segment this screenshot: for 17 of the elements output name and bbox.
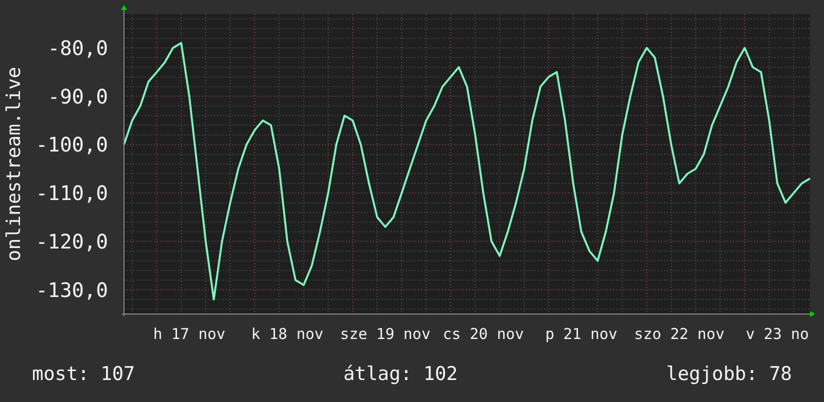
legend-stat: most: 107 <box>32 363 135 385</box>
x-tick-label: k 18 nov <box>251 325 324 343</box>
y-tick-label: -80,0 <box>48 36 108 60</box>
x-tick-label: cs 20 nov <box>442 325 524 343</box>
y-axis-title: onlinestream.live <box>3 66 25 262</box>
legend-stat: átlag: 102 <box>343 363 458 385</box>
y-tick-label: -100,0 <box>36 132 108 157</box>
x-tick-label: p 21 nov <box>545 325 618 343</box>
y-tick-label: -120,0 <box>36 229 108 254</box>
x-tick-label: h 17 nov <box>153 325 226 343</box>
y-tick-label: -90,0 <box>48 84 108 108</box>
x-tick-label: szo 22 nov <box>634 325 724 343</box>
y-tick-label: -130,0 <box>36 278 108 302</box>
x-tick-label: sze 19 nov <box>340 325 430 343</box>
legend-stat: legjobb: 78 <box>666 363 792 385</box>
y-tick-label: -110,0 <box>36 181 108 206</box>
x-tick-label: v 23 no <box>746 325 809 343</box>
